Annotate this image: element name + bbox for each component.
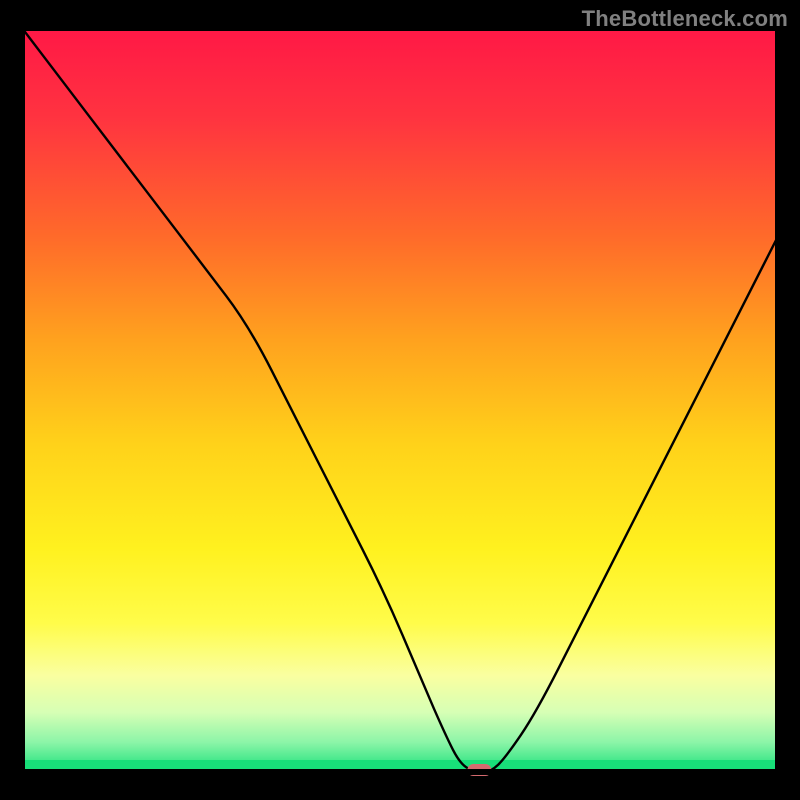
bottleneck-chart (0, 0, 800, 800)
chart-container: TheBottleneck.com (0, 0, 800, 800)
plot-background (22, 28, 778, 772)
watermark-label: TheBottleneck.com (582, 6, 788, 32)
